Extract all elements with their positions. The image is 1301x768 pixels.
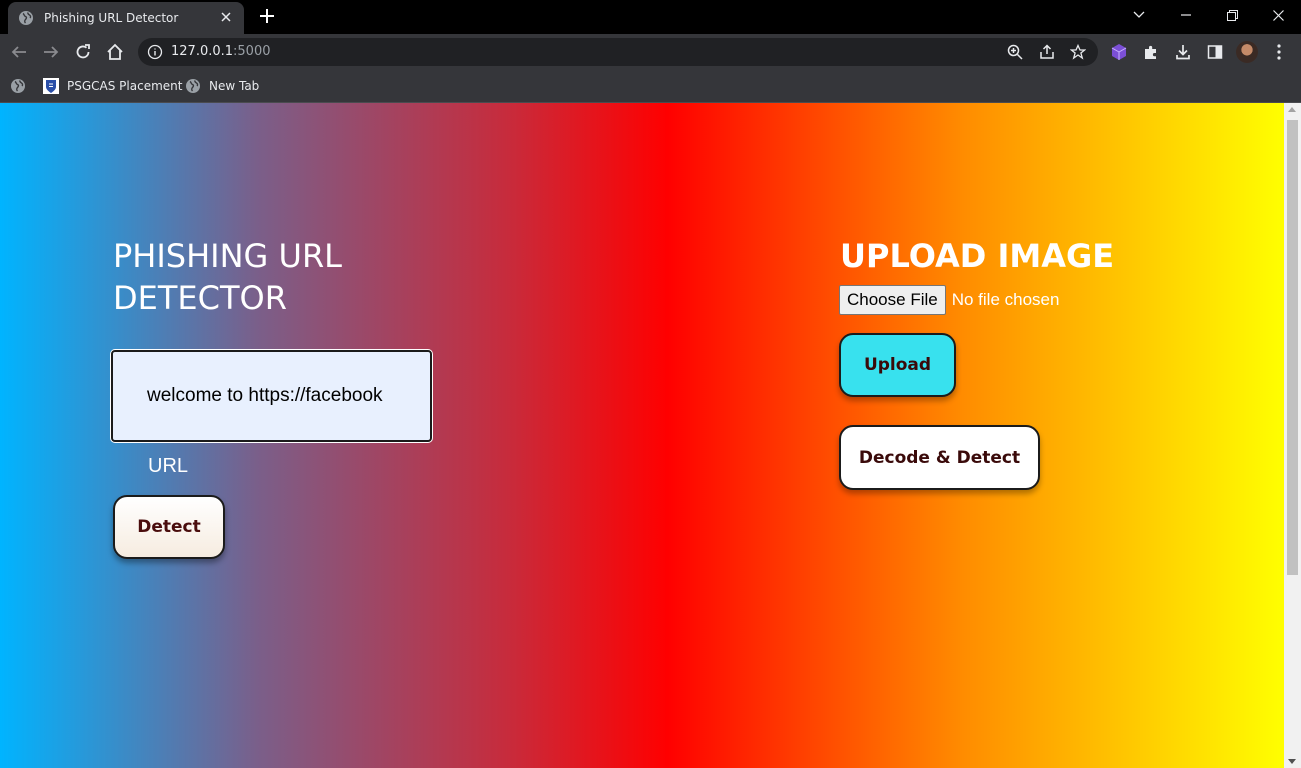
bookmark-new-tab[interactable]: New Tab [185,76,259,96]
more-menu-icon[interactable] [1269,42,1289,62]
page-viewport: PHISHING URL DETECTOR URL Detect UPLOAD … [0,103,1284,768]
choose-file-button[interactable]: Choose File [839,285,946,315]
download-icon[interactable] [1173,42,1193,62]
share-icon[interactable] [1038,43,1056,61]
bookmark-psgcas[interactable]: PSGCAS Placement [43,76,182,96]
back-arrow-icon[interactable] [7,40,31,64]
star-bookmark-icon[interactable] [1069,43,1087,61]
url-port: :5000 [233,44,271,59]
globe-icon [10,78,26,94]
scroll-thumb[interactable] [1287,120,1298,575]
address-bar[interactable]: 127.0.0.1:5000 [138,38,1098,66]
bookmark-label: PSGCAS Placement [67,79,183,93]
browser-toolbar: 127.0.0.1:5000 [0,34,1301,70]
vertical-scrollbar[interactable] [1284,103,1301,768]
new-tab-button[interactable] [256,6,278,28]
site-info-icon[interactable] [147,44,163,60]
close-window-icon[interactable] [1265,4,1291,26]
file-input[interactable]: Choose File No file chosen [839,285,1059,315]
url-label: URL [148,455,189,477]
home-icon[interactable] [103,40,127,64]
tab-title: Phishing URL Detector [44,11,179,25]
zoom-icon[interactable] [1006,43,1024,61]
url-host: 127.0.0.1 [171,44,234,59]
reload-icon[interactable] [71,40,95,64]
no-file-text: No file chosen [951,290,1060,309]
upload-button[interactable]: Upload [839,333,956,397]
url-text[interactable]: 127.0.0.1:5000 [171,44,271,59]
upload-title: UPLOAD IMAGE [840,237,1115,275]
globe-icon [185,78,201,94]
psg-logo-icon [43,78,59,94]
minimize-icon[interactable] [1173,4,1199,26]
scroll-up-arrow-icon[interactable] [1288,107,1296,112]
decode-detect-button[interactable]: Decode & Detect [839,425,1040,490]
side-panel-icon[interactable] [1205,42,1225,62]
restore-icon[interactable] [1219,4,1245,26]
bookmark-apps[interactable] [10,76,34,96]
profile-avatar[interactable] [1236,41,1258,63]
browser-tab[interactable]: Phishing URL Detector [8,2,244,34]
detect-button[interactable]: Detect [113,495,225,559]
bookmarks-bar: PSGCAS Placement New Tab [0,70,1301,102]
url-input[interactable] [111,350,432,442]
page-title: PHISHING URL DETECTOR [113,237,342,317]
globe-icon [18,10,34,26]
close-tab-icon[interactable] [218,10,234,26]
extensions-puzzle-icon[interactable] [1141,42,1161,62]
scroll-down-arrow-icon[interactable] [1288,759,1296,764]
forward-arrow-icon[interactable] [39,40,63,64]
extension-cube-icon[interactable] [1109,42,1129,62]
browser-titlebar: Phishing URL Detector [0,0,1301,34]
tab-search-icon[interactable] [1126,4,1152,26]
bookmark-label: New Tab [209,79,260,93]
